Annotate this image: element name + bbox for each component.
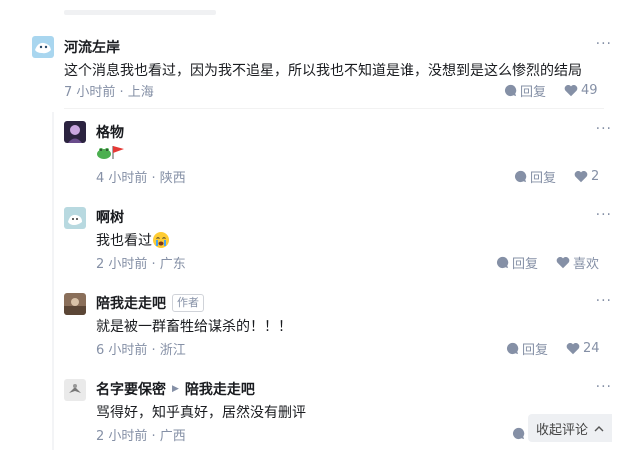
reply-icon <box>496 256 509 269</box>
avatar[interactable] <box>64 293 86 315</box>
chevron-up-icon <box>594 425 604 431</box>
frog-flag-emoji-icon <box>97 146 124 159</box>
comment-actions: 回复 2 <box>514 167 599 186</box>
more-options-icon[interactable]: ··· <box>596 121 612 137</box>
like-button[interactable]: 24 <box>566 341 600 356</box>
comment-text: 骂得好，知乎真好，居然没有删评 <box>96 405 306 421</box>
heart-icon <box>566 343 580 355</box>
avatar-image <box>64 121 86 143</box>
reply-label: 回复 <box>520 85 547 100</box>
reply-icon <box>506 342 519 355</box>
more-options-icon[interactable]: ··· <box>596 36 612 52</box>
like-count: 2 <box>591 169 600 184</box>
reply-thread-rail <box>52 112 54 450</box>
like-count: 24 <box>583 341 600 356</box>
author-badge: 作者 <box>172 294 204 312</box>
more-options-icon[interactable]: ··· <box>596 293 612 309</box>
reply-icon <box>514 170 527 183</box>
like-count: 49 <box>581 83 598 98</box>
heart-icon <box>556 257 570 269</box>
author-line: 河流左岸 <box>64 37 120 57</box>
comment-meta: 2 小时前 · 广东 <box>96 257 186 272</box>
comment-text: 这个消息我也看过，因为我不追星，所以我也不知道是谁，没想到是这么惨烈的结局 <box>64 63 582 79</box>
author-name[interactable]: 河流左岸 <box>64 37 120 57</box>
reply-label: 回复 <box>530 171 557 186</box>
comment-meta: 6 小时前 · 浙江 <box>96 343 186 358</box>
comment-meta: 7 小时前 · 上海 <box>64 85 154 100</box>
collapse-label: 收起评论 <box>535 422 588 438</box>
collapse-comments-button[interactable]: 收起评论 <box>528 414 612 442</box>
like-button[interactable]: 49 <box>564 83 598 98</box>
crying-face-emoji-icon <box>153 232 169 248</box>
author-name[interactable]: 格物 <box>96 122 124 142</box>
author-line: 名字要保密 ▶ 陪我走走吧 <box>96 379 255 399</box>
like-button[interactable]: 2 <box>574 169 599 184</box>
more-options-icon[interactable]: ··· <box>596 379 612 395</box>
comment-actions: 回复 喜欢 <box>496 253 599 272</box>
comment-actions: 回复 49 <box>504 81 598 100</box>
like-label: 喜欢 <box>573 257 600 272</box>
top-divider <box>64 10 216 15</box>
author-line: 陪我走走吧 作者 <box>96 293 204 313</box>
comment-meta: 2 小时前 · 广西 <box>96 429 186 444</box>
author-name[interactable]: 名字要保密 <box>96 379 166 399</box>
comment-meta: 4 小时前 · 陕西 <box>96 171 186 186</box>
comment-actions: 回复 24 <box>506 339 600 358</box>
reply-button[interactable]: 回复 <box>504 81 546 100</box>
avatar[interactable] <box>32 36 54 58</box>
comment-content: 我也看过 <box>96 230 170 250</box>
avatar-image <box>64 293 86 315</box>
reply-to-name[interactable]: 陪我走走吧 <box>185 379 255 399</box>
section-divider <box>64 108 604 109</box>
reply-button[interactable]: 回复 <box>506 339 548 358</box>
avatar[interactable] <box>64 121 86 143</box>
reply-icon <box>504 84 517 97</box>
author-name[interactable]: 陪我走走吧 <box>96 293 166 313</box>
heart-icon <box>574 171 588 183</box>
author-line: 啊树 <box>96 207 124 227</box>
heart-icon <box>564 85 578 97</box>
author-name[interactable]: 啊树 <box>96 207 124 227</box>
avatar[interactable] <box>64 207 86 229</box>
avatar-image <box>64 379 86 401</box>
reply-label: 回复 <box>522 343 549 358</box>
reply-button[interactable]: 回复 <box>496 253 538 272</box>
reply-button[interactable]: 回复 <box>514 167 556 186</box>
comment-emoji-content <box>96 144 126 164</box>
comment-text: 就是被一群畜牲给谋杀的！！！ <box>96 319 292 335</box>
avatar-image <box>32 36 54 58</box>
author-line: 格物 <box>96 122 124 142</box>
avatar[interactable] <box>64 379 86 401</box>
reply-to-arrow-icon: ▶ <box>172 384 179 394</box>
reply-icon[interactable] <box>512 427 525 440</box>
like-button[interactable]: 喜欢 <box>556 253 599 272</box>
avatar-image <box>64 207 86 229</box>
reply-label: 回复 <box>512 257 539 272</box>
more-options-icon[interactable]: ··· <box>596 207 612 223</box>
comment-text: 我也看过 <box>96 233 152 249</box>
